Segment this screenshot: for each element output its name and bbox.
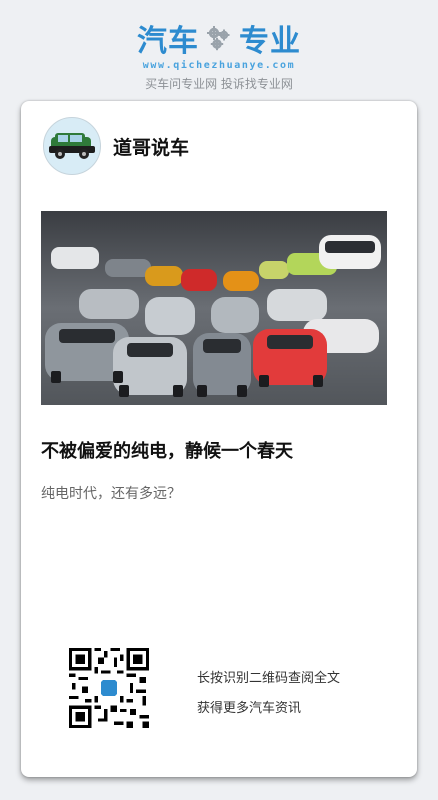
qr-line-1: 长按识别二维码查阅全文 (197, 671, 341, 686)
author-name[interactable]: 道哥说车 (113, 133, 189, 160)
article-card[interactable]: 道哥说车 不被偏爱的纯电，静候一个春天 纯电时代，还有多远？ 长按识别二维码查阅… (21, 101, 417, 777)
qr-line-2: 获得更多汽车资讯 (197, 701, 302, 716)
brand-tagline: 买车问专业网 投诉找专业网 (145, 77, 293, 91)
brand-logo-left: 汽车 (137, 24, 199, 59)
hero-image[interactable] (41, 211, 387, 405)
brand-header: 汽车 专业 www.qichezhuanye.com 买车问专业网 投诉找专业网 (0, 18, 438, 92)
qr-code-icon[interactable] (69, 648, 149, 728)
brand-url[interactable]: www.qichezhuanye.com (0, 60, 438, 71)
brand-logo: 汽车 专业 (0, 18, 438, 59)
author-block[interactable]: 道哥说车 (43, 117, 189, 175)
article-subtitle: 纯电时代，还有多远？ (41, 486, 181, 502)
electric-cars-lineup-illustration (41, 211, 387, 405)
gear-icon (207, 26, 230, 51)
avatar[interactable] (43, 117, 101, 175)
article-headline[interactable]: 不被偏爱的纯电，静候一个春天 (41, 437, 397, 463)
qr-instructions: 长按识别二维码查阅全文 获得更多汽车资讯 (197, 664, 340, 724)
brand-logo-right: 专业 (239, 24, 301, 59)
green-suv-avatar-icon (49, 133, 95, 159)
